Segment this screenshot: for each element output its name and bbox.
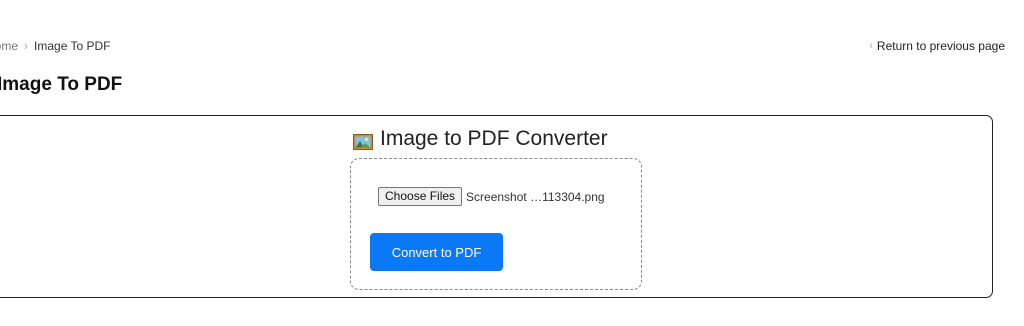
chevron-left-icon: ‹ [869, 40, 873, 52]
converter-heading: Image to PDF Converter [353, 127, 608, 151]
converter-title: Image to PDF Converter [380, 127, 608, 150]
breadcrumb-separator: › [24, 39, 29, 53]
file-input[interactable]: Choose Files Screenshot …113304.png [378, 187, 605, 206]
page-title: Image To PDF [0, 74, 123, 95]
page: Home › Image To PDF ‹ Return to previous… [0, 0, 1024, 326]
breadcrumb-current: Image To PDF [34, 39, 111, 53]
return-link-label: Return to previous page [876, 39, 1005, 53]
choose-files-button[interactable]: Choose Files [378, 187, 463, 206]
breadcrumb: Home › Image To PDF [0, 39, 111, 53]
breadcrumb-home-link[interactable]: Home [0, 39, 18, 53]
convert-to-pdf-button[interactable]: Convert to PDF [370, 233, 503, 271]
selected-file-name: Screenshot …113304.png [466, 189, 605, 204]
return-to-previous-page-link[interactable]: ‹ Return to previous page [869, 39, 1005, 53]
framed-picture-icon [353, 132, 373, 150]
